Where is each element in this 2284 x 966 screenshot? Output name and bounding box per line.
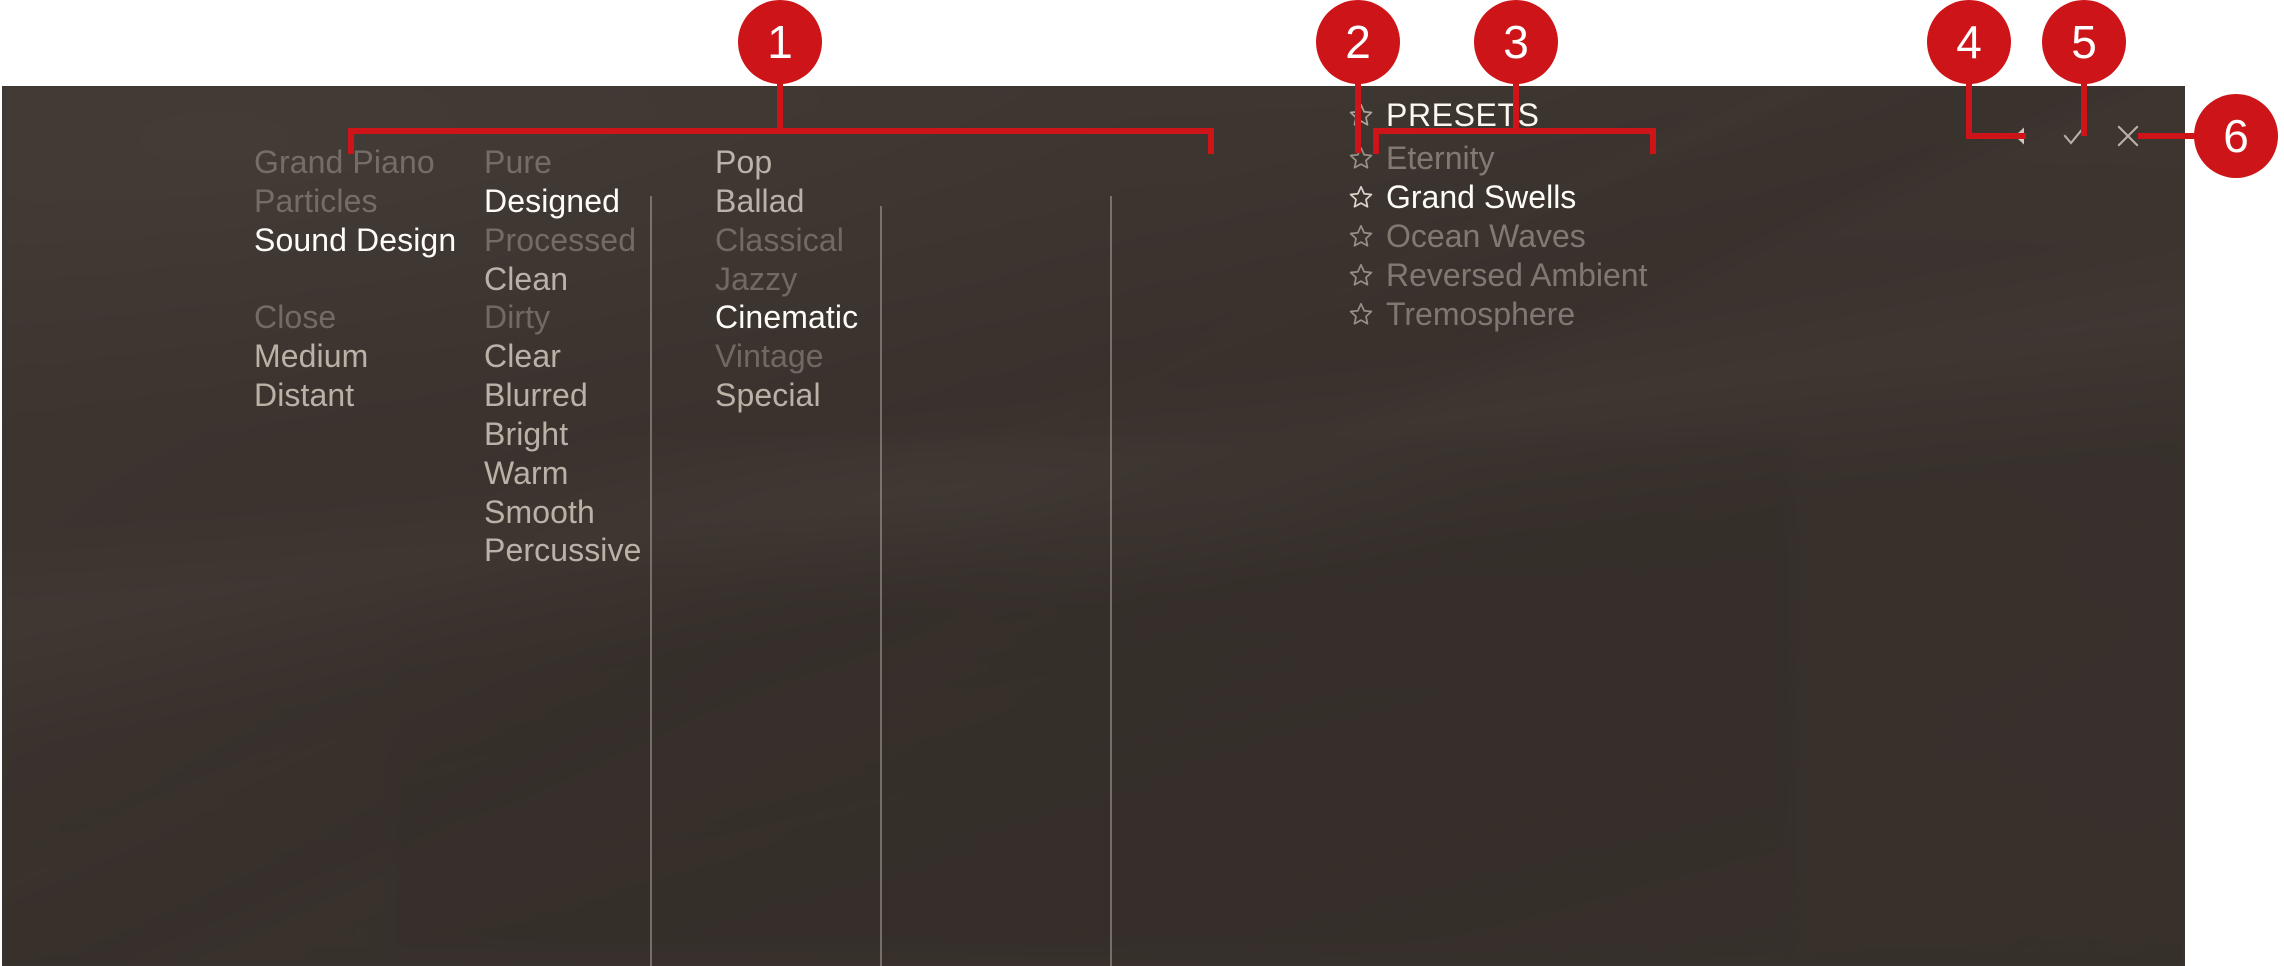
browser-item-cinematic[interactable]: Cinematic	[715, 301, 858, 333]
star-outline-icon[interactable]	[1348, 223, 1374, 249]
browser-item-designed[interactable]: Designed	[484, 185, 620, 217]
star-outline-icon[interactable]	[1348, 145, 1374, 171]
column-divider-2	[880, 206, 882, 966]
column-divider-3	[1110, 196, 1112, 966]
star-outline-icon[interactable]	[1348, 262, 1374, 288]
browser-item-clean[interactable]: Clean	[484, 263, 568, 295]
callout-badge-6: 6	[2194, 94, 2278, 178]
star-outline-icon[interactable]	[1348, 102, 1374, 128]
browser-item-close[interactable]: Close	[254, 301, 336, 333]
speaker-icon	[2007, 123, 2033, 154]
preset-item-label: Tremosphere	[1386, 296, 1576, 332]
close-button[interactable]	[2108, 118, 2148, 158]
browser-item-pure[interactable]: Pure	[484, 146, 552, 178]
browser-item-medium[interactable]: Medium	[254, 340, 368, 372]
browser-item-smooth[interactable]: Smooth	[484, 496, 595, 528]
preset-item-eternity[interactable]: Eternity	[1348, 141, 1494, 175]
browser-item-vintage[interactable]: Vintage	[715, 340, 824, 372]
presets-header-label: PRESETS	[1386, 97, 1540, 133]
browser-item-processed[interactable]: Processed	[484, 224, 636, 256]
callout-badge-1: 1	[738, 0, 822, 84]
callout-badge-5: 5	[2042, 0, 2126, 84]
preset-item-grand-swells[interactable]: Grand Swells	[1348, 180, 1576, 214]
callout-badge-4: 4	[1927, 0, 2011, 84]
browser-item-dirty[interactable]: Dirty	[484, 301, 550, 333]
browser-item-warm[interactable]: Warm	[484, 457, 569, 489]
audition-preview-button[interactable]	[2000, 118, 2040, 158]
browser-item-jazzy[interactable]: Jazzy	[715, 263, 797, 295]
checkmark-icon	[2059, 121, 2089, 156]
browser-item-clear[interactable]: Clear	[484, 340, 561, 372]
callout-badge-3: 3	[1474, 0, 1558, 84]
browser-item-percussive[interactable]: Percussive	[484, 534, 642, 566]
preset-item-label: Grand Swells	[1386, 179, 1577, 215]
close-x-icon	[2114, 122, 2142, 155]
star-outline-icon[interactable]	[1348, 184, 1374, 210]
browser-item-pop[interactable]: Pop	[715, 146, 772, 178]
preset-item-reversed-ambient[interactable]: Reversed Ambient	[1348, 258, 1647, 292]
browser-item-classical[interactable]: Classical	[715, 224, 844, 256]
presets-header-row: PRESETS	[1348, 98, 1540, 132]
browser-item-sound-design[interactable]: Sound Design	[254, 224, 456, 256]
browser-item-grand-piano[interactable]: Grand Piano	[254, 146, 435, 178]
browser-item-distant[interactable]: Distant	[254, 379, 354, 411]
browser-item-particles[interactable]: Particles	[254, 185, 378, 217]
confirm-button[interactable]	[2054, 118, 2094, 158]
column-divider-1	[650, 196, 652, 966]
preset-item-label: Ocean Waves	[1386, 218, 1586, 254]
preset-item-ocean-waves[interactable]: Ocean Waves	[1348, 219, 1586, 253]
preset-item-tremosphere[interactable]: Tremosphere	[1348, 297, 1575, 331]
preset-browser-panel: Grand Piano Particles Sound Design Close…	[2, 86, 2185, 966]
browser-item-blurred[interactable]: Blurred	[484, 379, 588, 411]
preset-item-label: Eternity	[1386, 140, 1495, 176]
callout-badge-2: 2	[1316, 0, 1400, 84]
browser-item-special[interactable]: Special	[715, 379, 821, 411]
browser-item-bright[interactable]: Bright	[484, 418, 568, 450]
browser-item-ballad[interactable]: Ballad	[715, 185, 805, 217]
preset-item-label: Reversed Ambient	[1386, 257, 1648, 293]
star-outline-icon[interactable]	[1348, 301, 1374, 327]
